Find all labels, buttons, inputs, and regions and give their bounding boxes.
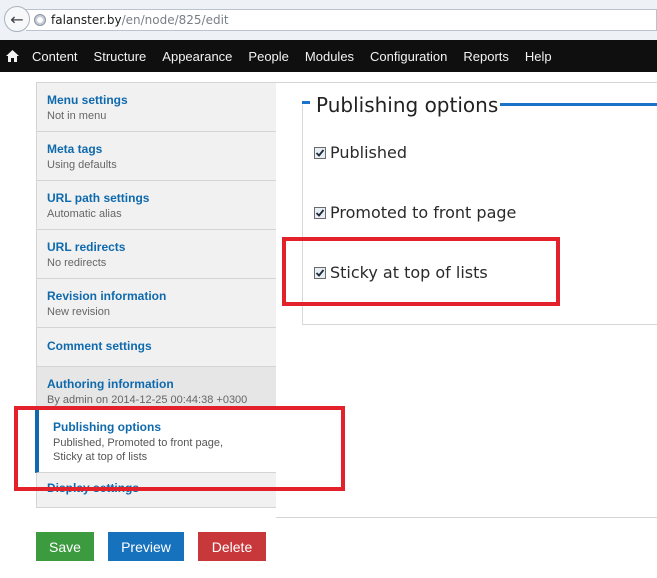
admin-toolbar: Content Structure Appearance People Modu… [0, 40, 657, 72]
tab-title: Comment settings [47, 339, 152, 353]
tab-title: Revision information [47, 289, 167, 303]
option-label: Published [330, 143, 408, 162]
tab-authoring-information[interactable]: Authoring information By admin on 2014-1… [37, 367, 276, 410]
tab-url-redirects[interactable]: URL redirects No redirects [37, 230, 276, 279]
option-promoted[interactable]: Promoted to front page [314, 203, 516, 222]
toolbar-content[interactable]: Content [24, 49, 86, 64]
tab-summary: Not in menu [47, 110, 107, 122]
save-button[interactable]: Save [36, 532, 94, 561]
url-path: /en/node/825/edit [121, 13, 229, 27]
toolbar-help[interactable]: Help [517, 49, 560, 64]
annotation-box-sticky [282, 237, 560, 306]
toolbar-people[interactable]: People [240, 49, 296, 64]
tab-meta-tags[interactable]: Meta tags Using defaults [37, 132, 276, 181]
delete-button[interactable]: Delete [198, 532, 266, 561]
tab-title: URL path settings [47, 191, 150, 205]
toolbar-appearance[interactable]: Appearance [154, 49, 240, 64]
url-host: falanster.by [51, 13, 122, 27]
tab-summary: Automatic alias [47, 208, 122, 220]
tab-revision-information[interactable]: Revision information New revision [37, 279, 276, 328]
option-published[interactable]: Published [314, 143, 407, 162]
toolbar-structure[interactable]: Structure [86, 49, 155, 64]
tab-title: Meta tags [47, 142, 103, 156]
globe-icon [34, 14, 46, 26]
option-label: Promoted to front page [330, 203, 517, 222]
legend-rule-right [486, 103, 657, 106]
published-checkbox[interactable] [314, 146, 326, 159]
tab-summary: No redirects [47, 257, 107, 269]
tab-title: Authoring information [47, 377, 174, 391]
legend-rule-left [302, 101, 310, 104]
tab-title: Menu settings [47, 93, 128, 107]
toolbar-modules[interactable]: Modules [297, 49, 362, 64]
tab-summary: By admin on 2014-12-25 00:44:38 +0300 [47, 394, 248, 406]
toolbar-reports[interactable]: Reports [455, 49, 517, 64]
fieldset-legend: Publishing options [314, 93, 501, 117]
tab-menu-settings[interactable]: Menu settings Not in menu [37, 83, 276, 132]
toolbar-configuration[interactable]: Configuration [362, 49, 455, 64]
tab-title: URL redirects [47, 240, 126, 254]
annotation-box-publishing-tab [14, 406, 345, 491]
tab-summary: Using defaults [47, 159, 117, 171]
checkmark-icon [315, 148, 325, 157]
preview-button[interactable]: Preview [108, 532, 184, 561]
checkmark-icon [315, 208, 325, 217]
browser-address-bar: falanster.by/en/node/825/edit ← [0, 0, 657, 41]
home-icon[interactable] [0, 50, 24, 62]
url-field[interactable]: falanster.by/en/node/825/edit [26, 9, 657, 31]
back-arrow-icon: ← [10, 9, 24, 29]
tab-url-path-settings[interactable]: URL path settings Automatic alias [37, 181, 276, 230]
promoted-checkbox[interactable] [314, 206, 326, 219]
back-button[interactable]: ← [4, 6, 30, 32]
tab-comment-settings[interactable]: Comment settings [37, 328, 276, 367]
tab-summary: New revision [47, 306, 110, 318]
